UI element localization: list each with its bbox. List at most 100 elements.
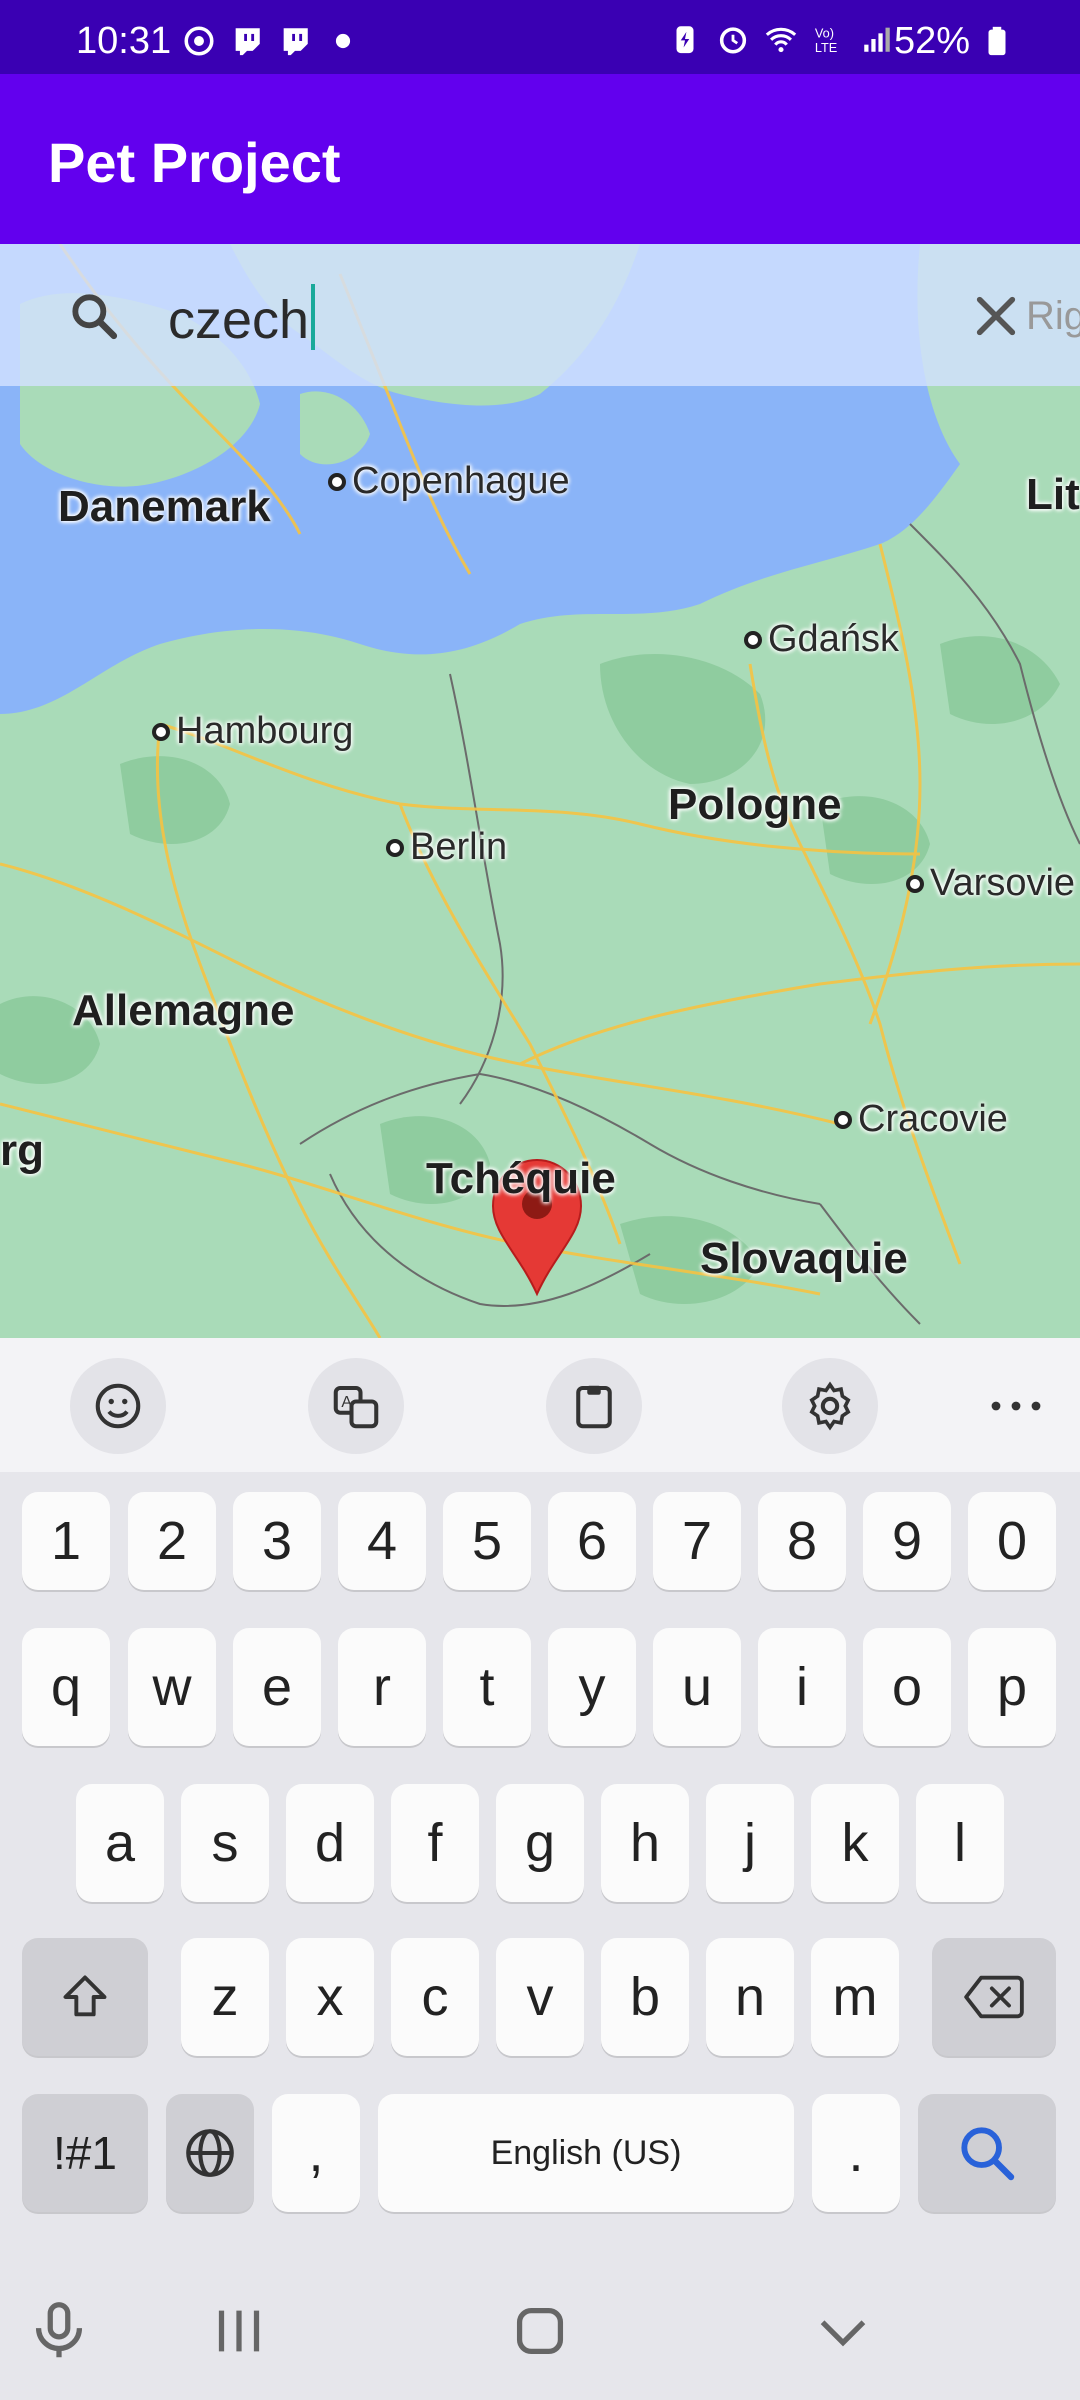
- search-bar[interactable]: czech Rig: [0, 244, 1080, 386]
- city-label-hamburg: Hambourg: [152, 710, 353, 753]
- globe-icon: [186, 2129, 234, 2177]
- svg-text:A: A: [341, 1394, 352, 1411]
- search-query-text: czech: [168, 290, 310, 350]
- translate-button[interactable]: A: [308, 1358, 404, 1454]
- city-name: Gdańsk: [768, 618, 899, 660]
- close-icon[interactable]: [968, 288, 1024, 344]
- emoji-icon: [95, 1383, 141, 1429]
- key-0[interactable]: 0: [968, 1492, 1056, 1590]
- shift-key[interactable]: [22, 1938, 148, 2056]
- key-y[interactable]: y: [548, 1628, 636, 1746]
- key-4[interactable]: 4: [338, 1492, 426, 1590]
- key-x[interactable]: x: [286, 1938, 374, 2056]
- map-label-slovakia: Slovaquie: [700, 1234, 908, 1283]
- key-6[interactable]: 6: [548, 1492, 636, 1590]
- key-i[interactable]: i: [758, 1628, 846, 1746]
- key-z[interactable]: z: [181, 1938, 269, 2056]
- key-5[interactable]: 5: [443, 1492, 531, 1590]
- clipboard-button[interactable]: [546, 1358, 642, 1454]
- key-j[interactable]: j: [706, 1784, 794, 1902]
- key-7[interactable]: 7: [653, 1492, 741, 1590]
- signal-icon: [864, 27, 890, 52]
- city-name: Copenhague: [352, 460, 570, 502]
- key-n[interactable]: n: [706, 1938, 794, 2056]
- key-w[interactable]: w: [128, 1628, 216, 1746]
- city-label-warsaw: Varsovie: [906, 862, 1075, 905]
- city-label-copenhagen: Copenhague: [328, 460, 570, 503]
- comma-key[interactable]: ,: [272, 2094, 360, 2212]
- key-l[interactable]: l: [916, 1784, 1004, 1902]
- city-dot-icon: [834, 1110, 852, 1129]
- map-label-lithuania: Lit: [1026, 470, 1080, 519]
- symbols-key[interactable]: !#1: [22, 2094, 148, 2212]
- key-u[interactable]: u: [653, 1628, 741, 1746]
- emoji-button[interactable]: [70, 1358, 166, 1454]
- key-h[interactable]: h: [601, 1784, 689, 1902]
- status-bar: 10:31 Vo) LTE 52%: [0, 0, 1080, 74]
- language-key[interactable]: [166, 2094, 254, 2212]
- search-input[interactable]: czech: [168, 284, 316, 351]
- twitch-icon: [235, 28, 260, 56]
- city-label-gdansk: Gdańsk: [744, 618, 899, 661]
- key-3[interactable]: 3: [233, 1492, 321, 1590]
- map-label-poland: Pologne: [668, 780, 842, 829]
- more-icon[interactable]: [986, 1384, 1046, 1428]
- key-8[interactable]: 8: [758, 1492, 846, 1590]
- city-label-krakow: Cracovie: [834, 1098, 1008, 1141]
- status-time: 10:31: [76, 20, 172, 62]
- mic-icon[interactable]: [24, 2296, 94, 2366]
- city-name: Cracovie: [858, 1098, 1008, 1140]
- key-p[interactable]: p: [968, 1628, 1056, 1746]
- translate-icon: A: [333, 1385, 379, 1429]
- backspace-icon: [964, 1975, 1024, 2019]
- alarm-icon: [719, 27, 747, 54]
- battery-percentage: 52%: [894, 20, 971, 62]
- key-e[interactable]: e: [233, 1628, 321, 1746]
- key-t[interactable]: t: [443, 1628, 531, 1746]
- key-f[interactable]: f: [391, 1784, 479, 1902]
- shift-icon: [63, 1975, 107, 2017]
- city-name: Varsovie: [930, 862, 1076, 904]
- key-c[interactable]: c: [391, 1938, 479, 2056]
- key-a[interactable]: a: [76, 1784, 164, 1902]
- app-bar: Pet Project: [0, 74, 1080, 244]
- key-b[interactable]: b: [601, 1938, 689, 2056]
- city-dot-icon: [328, 472, 346, 491]
- chrome-icon: [184, 26, 214, 56]
- page-title: Pet Project: [48, 131, 341, 194]
- search-action-key[interactable]: [918, 2094, 1056, 2212]
- city-name: Berlin: [410, 826, 508, 868]
- key-k[interactable]: k: [811, 1784, 899, 1902]
- svg-text:LTE: LTE: [815, 40, 837, 55]
- city-dot-icon: [744, 630, 762, 649]
- dot-icon: [335, 33, 351, 49]
- map-view[interactable]: Danemark Pologne Allemagne Tchéquie Slov…: [0, 244, 1080, 1338]
- map-label-partial: rg: [0, 1126, 44, 1175]
- map-label-denmark: Danemark: [58, 482, 271, 531]
- home-icon[interactable]: [505, 2296, 575, 2366]
- space-key[interactable]: English (US): [378, 2094, 794, 2212]
- key-s[interactable]: s: [181, 1784, 269, 1902]
- key-1[interactable]: 1: [22, 1492, 110, 1590]
- battery-saver-icon: [676, 26, 694, 54]
- key-m[interactable]: m: [811, 1938, 899, 2056]
- key-9[interactable]: 9: [863, 1492, 951, 1590]
- key-q[interactable]: q: [22, 1628, 110, 1746]
- period-key[interactable]: .: [812, 2094, 900, 2212]
- key-r[interactable]: r: [338, 1628, 426, 1746]
- key-d[interactable]: d: [286, 1784, 374, 1902]
- settings-button[interactable]: [782, 1358, 878, 1454]
- recents-icon[interactable]: [204, 2296, 274, 2366]
- hide-keyboard-icon[interactable]: [808, 2296, 878, 2366]
- city-dot-icon: [906, 874, 924, 893]
- key-v[interactable]: v: [496, 1938, 584, 2056]
- backspace-key[interactable]: [932, 1938, 1056, 2056]
- key-2[interactable]: 2: [128, 1492, 216, 1590]
- search-icon: [72, 294, 118, 340]
- svg-text:Vo): Vo): [815, 26, 834, 41]
- key-g[interactable]: g: [496, 1784, 584, 1902]
- map-label-czechia: Tchéquie: [426, 1154, 616, 1203]
- key-o[interactable]: o: [863, 1628, 951, 1746]
- keyboard: A 1 2 3 4 5 6 7 8 9 0 q w e r t y u i o …: [0, 1338, 1080, 2400]
- map-label-germany: Allemagne: [72, 986, 295, 1035]
